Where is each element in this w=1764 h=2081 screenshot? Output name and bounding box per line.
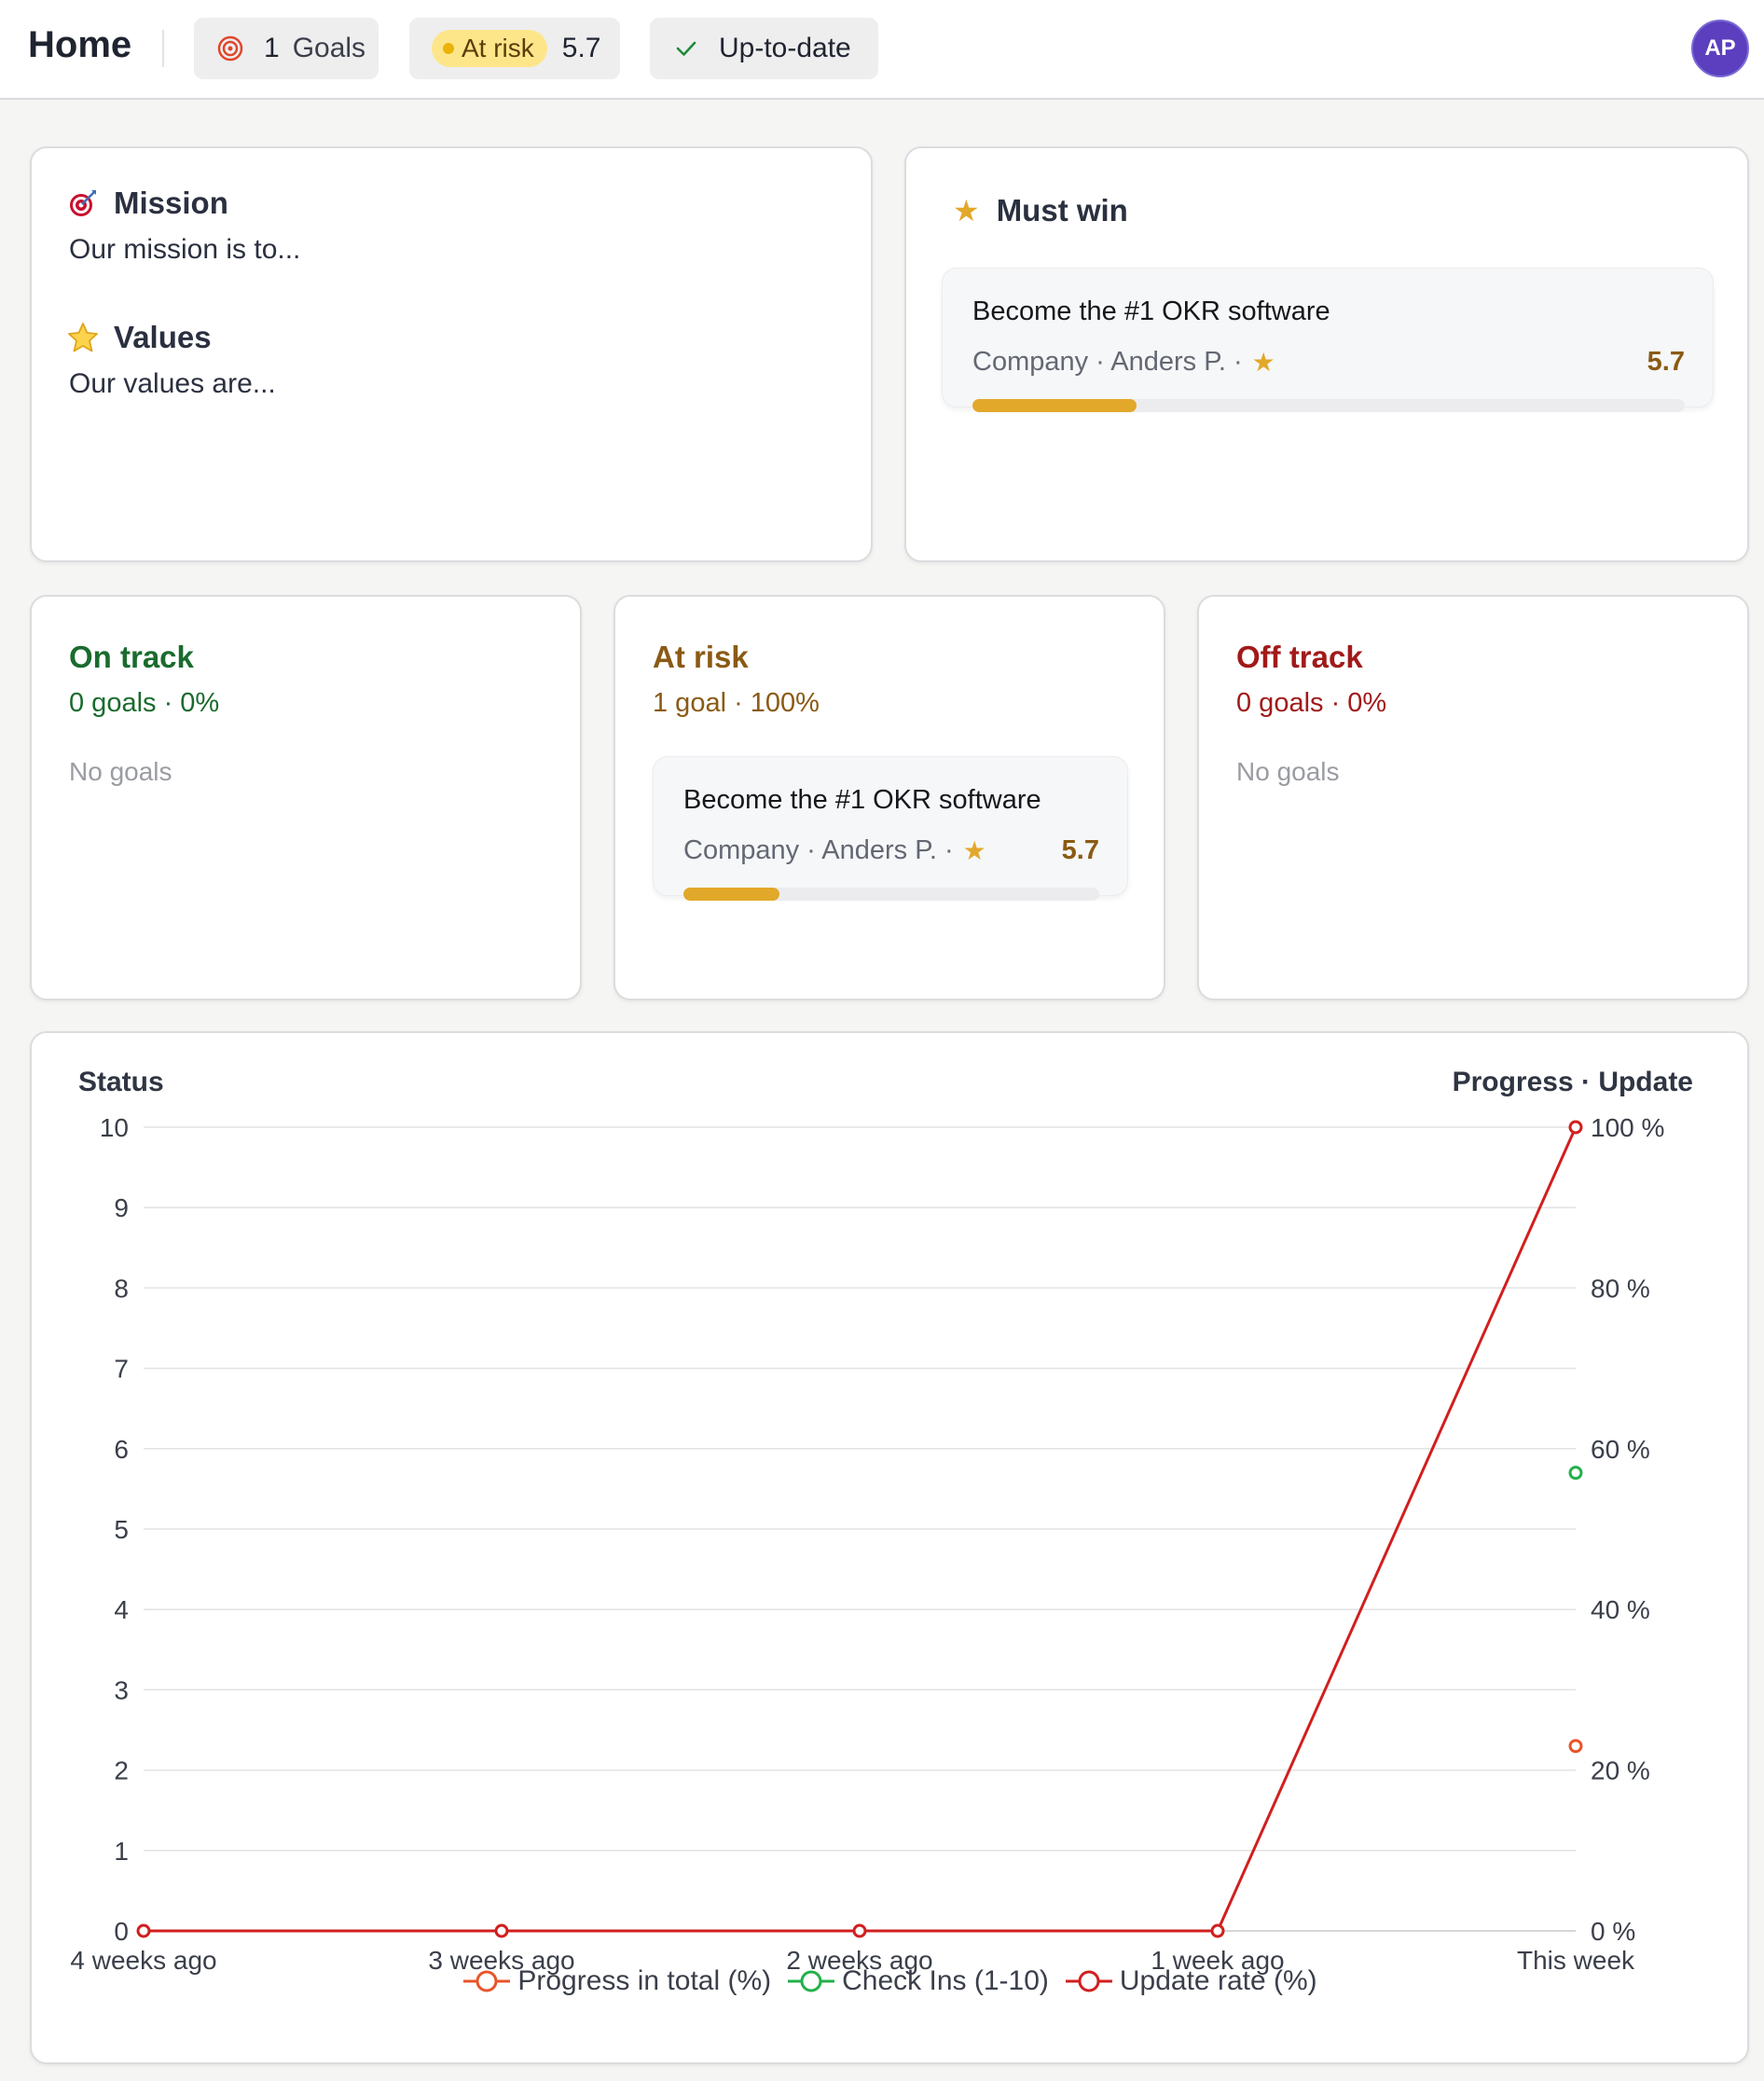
values-text: Our values are... [69,368,276,399]
must-win-title: Must win [996,193,1128,227]
mission-card[interactable]: Mission Our mission is to... Values Our … [30,146,873,562]
legend-label: Progress in total (%) [517,1965,772,1996]
data-point [1568,1466,1583,1481]
goals-count-button[interactable]: 1 Goals [194,18,379,79]
goal-owner: Company · Anders P. · [972,347,1243,377]
at-risk-summary: 1 goal · 100% [653,688,820,718]
progress-bar [972,399,1685,412]
data-point [1568,1120,1583,1135]
status-chart-card: Status Progress · Update 0 1 2 3 4 5 6 7 8 9 10 0 %… [30,1031,1749,2064]
legend-item[interactable]: Update rate (%) [1064,1965,1317,1997]
goal-meta: Company · Anders P. · ★ [683,835,986,866]
status-summary-button[interactable]: At risk 5.7 [409,18,620,79]
star-icon: ★ [1251,348,1275,377]
goal-item[interactable]: Become the #1 OKR software Company · And… [942,268,1714,412]
star-icon [68,323,98,352]
page-title: Home [28,24,132,65]
goal-item[interactable]: Become the #1 OKR software Company · And… [653,756,1128,901]
left-tick-label: 9 [114,1193,129,1222]
empty-state: No goals [1236,757,1340,786]
status-label: At risk [462,34,534,62]
star-icon: ★ [953,194,980,227]
status-dot-icon [443,43,454,54]
values-heading: Values [67,320,212,355]
left-tick-label: 6 [114,1435,129,1464]
data-point [1568,1739,1583,1754]
progress-fill [683,888,779,901]
data-point [494,1923,509,1938]
data-point [1210,1923,1225,1938]
avatar[interactable]: AP [1691,20,1749,77]
on-track-title: On track [69,640,194,674]
left-tick-label: 2 [114,1757,129,1785]
right-tick-label: 80 % [1591,1274,1650,1302]
at-risk-card: At risk 1 goal · 100% Become the #1 OKR … [613,595,1165,1000]
mission-title: Mission [114,186,228,220]
goal-score: 5.7 [1061,835,1099,865]
must-win-card: ★ Must win Become the #1 OKR software Co… [904,146,1749,562]
status-score: 5.7 [561,33,601,63]
chart-legend: Progress in total (%) Check Ins (1-10) Upd… [32,1965,1747,1997]
data-point [136,1923,151,1938]
right-tick-label: 0 % [1591,1917,1635,1946]
sync-status-button[interactable]: Up-to-date [650,18,878,79]
legend-marker-icon [788,1970,835,1992]
legend-label: Update rate (%) [1119,1965,1317,1996]
progress-bar [683,888,1099,901]
left-tick-label: 1 [114,1837,129,1866]
right-tick-label: 20 % [1591,1757,1650,1785]
legend-item[interactable]: Check Ins (1-10) [786,1965,1049,1997]
left-tick-label: 8 [114,1274,129,1302]
left-tick-label: 7 [114,1355,129,1384]
legend-marker-icon [463,1970,511,1992]
progress-fill [972,399,1137,412]
left-tick-label: 10 [100,1113,129,1142]
divider [162,30,164,67]
must-win-heading: ★ Must win [953,193,1128,228]
dart-target-icon [70,190,96,216]
left-tick-label: 0 [114,1917,129,1946]
right-tick-label: 40 % [1591,1595,1650,1624]
mission-text: Our mission is to... [69,234,301,265]
left-tick-label: 5 [114,1515,129,1544]
left-tick-label: 3 [114,1675,129,1704]
right-tick-label: 60 % [1591,1435,1650,1464]
goal-title: Become the #1 OKR software [683,785,1041,815]
right-tick-label: 100 % [1591,1113,1664,1142]
legend-label: Check Ins (1-10) [842,1965,1049,1996]
line-chart: 0123456789100 %20 %40 %60 %80 %100 %4 we… [70,1113,1664,1975]
off-track-summary: 0 goals · 0% [1236,688,1387,718]
on-track-summary: 0 goals · 0% [69,688,220,718]
top-bar: Home 1 Goals At risk 5.7 Up-to-date AP [0,0,1764,100]
values-title: Values [114,320,212,354]
data-point [852,1923,867,1938]
on-track-card: On track 0 goals · 0% No goals [30,595,582,1000]
goal-score: 5.7 [1647,347,1685,377]
sync-label: Up-to-date [719,33,851,63]
goal-meta: Company · Anders P. · ★ [972,347,1275,378]
off-track-card: Off track 0 goals · 0% No goals [1197,595,1749,1000]
goals-count: 1 [264,33,280,63]
mission-heading: Mission [67,186,228,221]
legend-marker-icon [1065,1970,1112,1992]
goal-owner: Company · Anders P. · [683,835,954,865]
at-risk-title: At risk [653,640,749,674]
empty-state: No goals [69,757,172,786]
star-icon: ★ [962,836,986,865]
off-track-title: Off track [1236,640,1363,674]
left-tick-label: 4 [114,1595,129,1624]
goals-label: Goals [292,33,366,63]
status-badge: At risk [432,30,547,67]
check-icon [676,41,696,56]
goal-title: Become the #1 OKR software [972,296,1330,326]
legend-item[interactable]: Progress in total (%) [462,1965,771,1997]
target-icon [217,35,243,62]
